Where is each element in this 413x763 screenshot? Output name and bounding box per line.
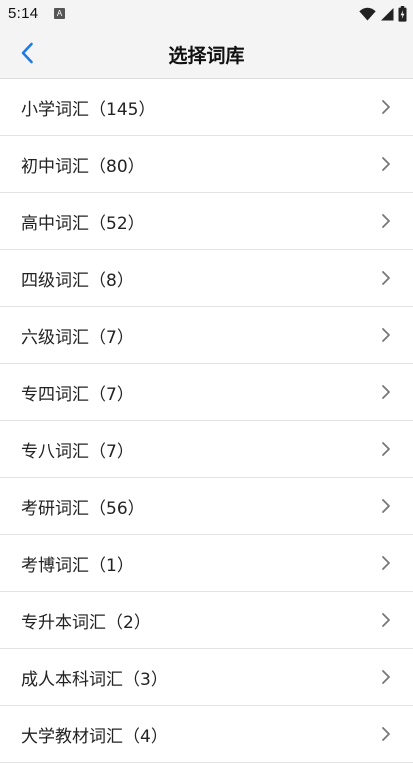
- list-item-label: 高中词汇（52）: [21, 214, 145, 234]
- chevron-right-icon: [382, 727, 390, 741]
- status-bar: 5:14 A: [0, 0, 413, 28]
- notification-a-icon: A: [54, 8, 65, 19]
- list-item-label: 专升本词汇（2）: [21, 613, 151, 633]
- chevron-right-icon: [382, 670, 390, 684]
- chevron-right-icon: [382, 328, 390, 342]
- battery-icon: [398, 6, 407, 22]
- wifi-icon: [359, 7, 376, 21]
- list-item[interactable]: 四级词汇（8）: [0, 250, 413, 307]
- list-item[interactable]: 初中词汇（80）: [0, 136, 413, 193]
- navigation-bar: 选择词库: [0, 28, 413, 79]
- list-item-label: 小学词汇（145）: [21, 100, 156, 120]
- list-item[interactable]: 专八词汇（7）: [0, 421, 413, 478]
- list-item[interactable]: 专升本词汇（2）: [0, 592, 413, 649]
- list-item-label: 考研词汇（56）: [21, 499, 145, 519]
- list-item-label: 六级词汇（7）: [21, 328, 134, 348]
- list-item-label: 成人本科词汇（3）: [21, 670, 168, 690]
- list-item[interactable]: 成人本科词汇（3）: [0, 649, 413, 706]
- chevron-right-icon: [382, 613, 390, 627]
- list-item[interactable]: 高中词汇（52）: [0, 193, 413, 250]
- list-item-label: 初中词汇（80）: [21, 157, 145, 177]
- list-item-label: 专四词汇（7）: [21, 385, 134, 405]
- chevron-right-icon: [382, 157, 390, 171]
- list-item-label: 考博词汇（1）: [21, 556, 134, 576]
- chevron-right-icon: [382, 442, 390, 456]
- list-item[interactable]: 考博词汇（1）: [0, 535, 413, 592]
- chevron-right-icon: [382, 214, 390, 228]
- status-icons: [359, 5, 407, 23]
- wordbook-list: 小学词汇（145） 初中词汇（80） 高中词汇（52） 四级词汇（8） 六级词汇…: [0, 79, 413, 763]
- chevron-right-icon: [382, 271, 390, 285]
- page-title: 选择词库: [168, 45, 245, 67]
- list-item-label: 专八词汇（7）: [21, 442, 134, 462]
- chevron-right-icon: [382, 556, 390, 570]
- status-time: 5:14: [8, 5, 39, 22]
- chevron-right-icon: [382, 499, 390, 513]
- list-item-label: 四级词汇（8）: [21, 271, 134, 291]
- list-item[interactable]: 考研词汇（56）: [0, 478, 413, 535]
- list-item[interactable]: 小学词汇（145）: [0, 79, 413, 136]
- signal-icon: [381, 8, 394, 21]
- chevron-right-icon: [382, 385, 390, 399]
- list-item[interactable]: 六级词汇（7）: [0, 307, 413, 364]
- list-item[interactable]: 专四词汇（7）: [0, 364, 413, 421]
- chevron-right-icon: [382, 100, 390, 114]
